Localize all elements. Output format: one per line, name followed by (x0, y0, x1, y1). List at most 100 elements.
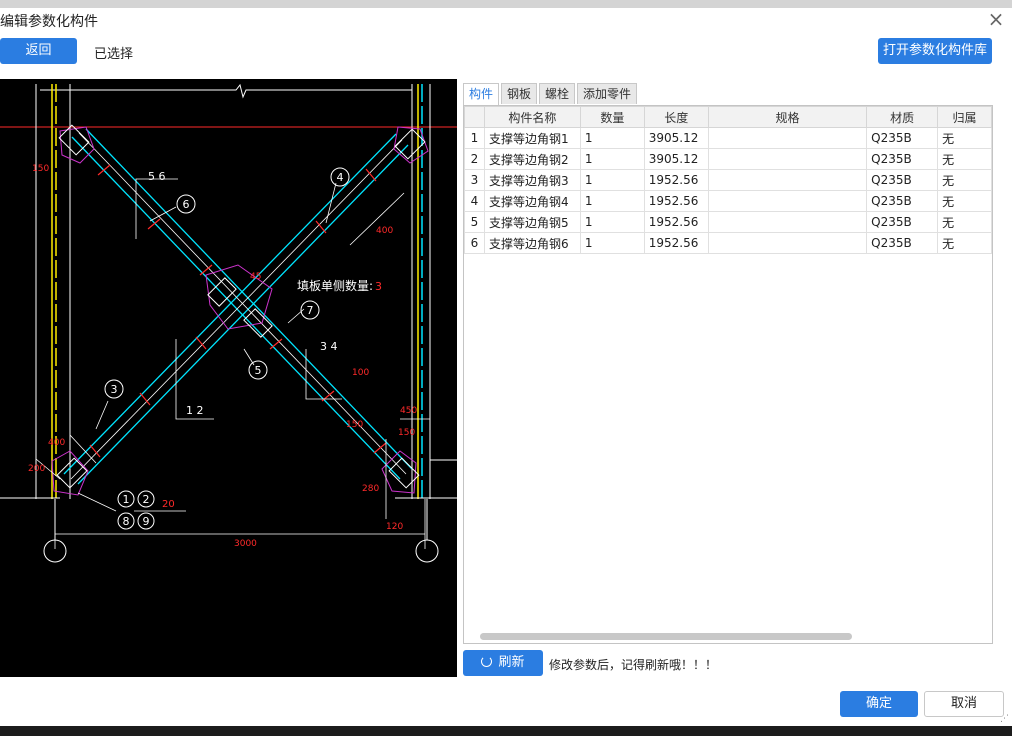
cell-name[interactable]: 支撑等边角钢4 (483, 190, 581, 212)
tab-bolts[interactable]: 螺栓 (539, 83, 576, 104)
window-top-strip (0, 0, 1012, 8)
header-quantity[interactable]: 数量 (579, 106, 645, 128)
cell-owner[interactable]: 无 (937, 211, 992, 233)
table-row[interactable]: 5 支撑等边角钢5 1 1952.56 Q235B 无 (464, 211, 992, 233)
cancel-button[interactable]: 取消 (924, 691, 1004, 717)
callout-4: 4 (337, 171, 344, 184)
cell-quantity[interactable]: 1 (579, 169, 645, 191)
fill-count-value: 3 (375, 280, 382, 293)
tab-bar: 构件 钢板 螺栓 添加零件 (463, 83, 639, 105)
row-index: 6 (464, 232, 485, 254)
cell-material[interactable]: Q235B (866, 232, 939, 254)
cell-length[interactable]: 1952.56 (643, 190, 709, 212)
cell-owner[interactable]: 无 (937, 232, 992, 254)
dim-34: 3 4 (320, 340, 338, 353)
open-library-button[interactable]: 打开参数化构件库 (878, 38, 992, 64)
cell-quantity[interactable]: 1 (579, 232, 645, 254)
table-row[interactable]: 2 支撑等边角钢2 1 3905.12 Q235B 无 (464, 148, 992, 170)
callout-6: 6 (183, 198, 190, 211)
callout-2: 2 (143, 493, 150, 506)
tab-steel-plates[interactable]: 钢板 (501, 83, 538, 104)
row-index: 3 (464, 169, 485, 191)
cell-spec[interactable] (707, 190, 868, 212)
refresh-button[interactable]: 刷新 (463, 650, 543, 676)
cell-material[interactable]: Q235B (866, 190, 939, 212)
cell-spec[interactable] (707, 169, 868, 191)
cell-quantity[interactable]: 1 (579, 127, 645, 149)
dim-450: 450 (400, 406, 417, 416)
cell-quantity[interactable]: 1 (579, 148, 645, 170)
dim-400-right: 400 (376, 226, 393, 236)
back-button[interactable]: 返回 (0, 38, 77, 64)
cell-quantity[interactable]: 1 (579, 211, 645, 233)
cell-spec[interactable] (707, 148, 868, 170)
header-length[interactable]: 长度 (643, 106, 709, 128)
cell-quantity[interactable]: 1 (579, 190, 645, 212)
dim-3000: 3000 (234, 539, 257, 549)
table-row[interactable]: 6 支撑等边角钢6 1 1952.56 Q235B 无 (464, 232, 992, 254)
dim-100-right: 100 (352, 368, 369, 378)
dim-12: 1 2 (186, 404, 204, 417)
table-row[interactable]: 3 支撑等边角钢3 1 1952.56 Q235B 无 (464, 169, 992, 191)
cell-length[interactable]: 1952.56 (643, 232, 709, 254)
cell-owner[interactable]: 无 (937, 190, 992, 212)
cell-spec[interactable] (707, 211, 868, 233)
components-table: 构件名称 数量 长度 规格 材质 归属 1 支撑等边角钢1 1 3905.12 … (463, 105, 993, 644)
cell-name[interactable]: 支撑等边角钢5 (483, 211, 581, 233)
callout-1: 1 (123, 493, 130, 506)
dim-150-top: 150 (32, 164, 49, 174)
cell-material[interactable]: Q235B (866, 148, 939, 170)
dim-20: 20 (162, 499, 175, 510)
selected-label: 已选择 (94, 47, 134, 62)
dim-150-lower: 150 (346, 420, 363, 430)
row-index: 5 (464, 211, 485, 233)
cell-length[interactable]: 3905.12 (643, 148, 709, 170)
background-app-strip (0, 726, 1012, 736)
dim-45: 45 (250, 272, 261, 282)
row-index: 4 (464, 190, 485, 212)
ok-button[interactable]: 确定 (840, 691, 918, 717)
cell-length[interactable]: 1952.56 (643, 169, 709, 191)
tab-add-parts[interactable]: 添加零件 (577, 83, 638, 104)
cell-material[interactable]: Q235B (866, 211, 939, 233)
cad-preview[interactable]: 6 4 7 5 3 1 2 8 9 5 6 1 2 3 4 填板单侧数量: 15… (0, 79, 457, 677)
close-icon[interactable]: × (986, 9, 1006, 30)
header-index (464, 106, 485, 128)
cell-material[interactable]: Q235B (866, 169, 939, 191)
cell-spec[interactable] (707, 232, 868, 254)
header-name[interactable]: 构件名称 (483, 106, 581, 128)
tab-components[interactable]: 构件 (463, 83, 500, 105)
dim-56: 5 6 (148, 170, 166, 183)
cell-material[interactable]: Q235B (866, 127, 939, 149)
cell-length[interactable]: 1952.56 (643, 211, 709, 233)
cell-name[interactable]: 支撑等边角钢2 (483, 148, 581, 170)
table-header-row: 构件名称 数量 长度 规格 材质 归属 (464, 106, 992, 128)
header-owner[interactable]: 归属 (937, 106, 992, 128)
dim-150-right: 150 (398, 428, 415, 438)
resize-grip-icon[interactable]: ⋰ (1000, 714, 1009, 724)
cell-length[interactable]: 3905.12 (643, 127, 709, 149)
cell-owner[interactable]: 无 (937, 127, 992, 149)
header-spec[interactable]: 规格 (707, 106, 868, 128)
dim-400-left: 400 (48, 438, 65, 448)
cell-name[interactable]: 支撑等边角钢6 (483, 232, 581, 254)
callout-7: 7 (307, 304, 314, 317)
table-row[interactable]: 1 支撑等边角钢1 1 3905.12 Q235B 无 (464, 127, 992, 149)
cell-name[interactable]: 支撑等边角钢1 (483, 127, 581, 149)
dim-120: 120 (386, 522, 403, 532)
dialog-title: 编辑参数化构件 (0, 14, 98, 30)
cell-owner[interactable]: 无 (937, 148, 992, 170)
horizontal-scrollbar[interactable] (480, 633, 852, 640)
dim-200: 200 (28, 464, 45, 474)
table-row[interactable]: 4 支撑等边角钢4 1 1952.56 Q235B 无 (464, 190, 992, 212)
callout-8: 8 (123, 515, 130, 528)
refresh-hint: 修改参数后，记得刷新哦！！！ (549, 658, 718, 672)
cell-spec[interactable] (707, 127, 868, 149)
fill-count-label: 填板单侧数量: (297, 278, 373, 293)
cell-name[interactable]: 支撑等边角钢3 (483, 169, 581, 191)
callout-5: 5 (255, 364, 262, 377)
cell-owner[interactable]: 无 (937, 169, 992, 191)
refresh-label: 刷新 (498, 655, 525, 670)
dim-280: 280 (362, 484, 379, 494)
header-material[interactable]: 材质 (866, 106, 939, 128)
